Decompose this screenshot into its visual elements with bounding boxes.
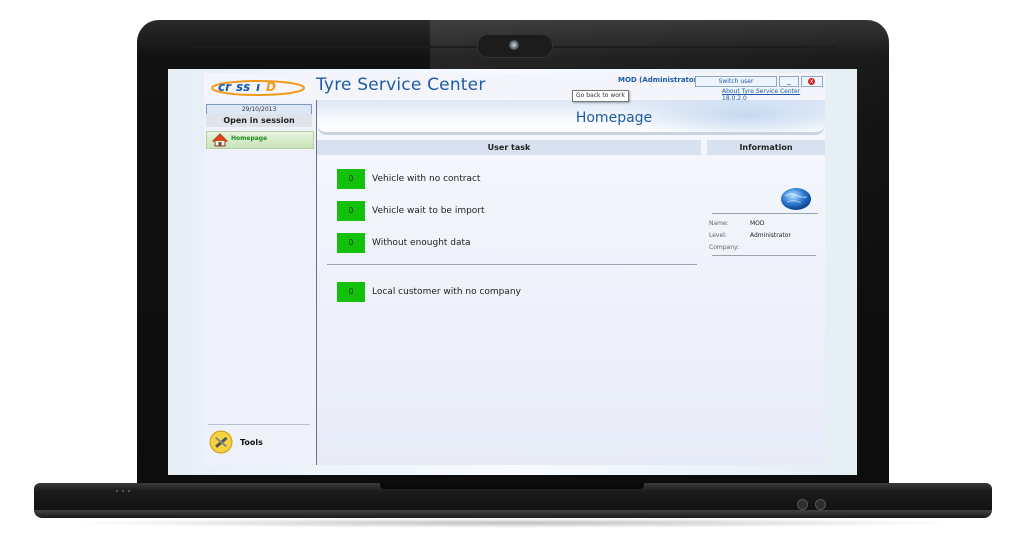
page-title: Homepage <box>317 110 825 126</box>
info-level-row: Level: Administrator <box>709 232 791 239</box>
info-company-key: Company: <box>709 244 740 251</box>
svg-text:ss: ss <box>236 80 250 94</box>
tools-icon <box>209 430 233 454</box>
sidebar-item-homepage[interactable]: Homepage <box>206 131 314 149</box>
info-company-row: Company: <box>709 244 750 251</box>
task-count-badge: 0 <box>337 233 365 253</box>
user-task-header: User task <box>317 140 701 155</box>
crossid-logo: cr ss ı D <box>211 80 305 96</box>
current-user-label: MOD (Administrator) <box>618 76 701 84</box>
info-name-value: MOD <box>750 220 765 227</box>
svg-text:D: D <box>266 80 276 94</box>
task-count-badge: 0 <box>337 201 365 221</box>
task-label: Vehicle with no contract <box>372 174 481 184</box>
switch-user-button[interactable]: Switch user <box>695 76 777 87</box>
task-item[interactable]: 0 Without enought data <box>337 233 677 253</box>
task-item[interactable]: 0 Vehicle wait to be import <box>337 201 677 221</box>
svg-text:cr: cr <box>218 80 232 94</box>
main-panel: Homepage User task Information 0 Vehicle… <box>317 100 825 465</box>
laptop-screen: cr ss ı D Tyre Service Center MOD (Admin… <box>168 69 857 475</box>
task-divider <box>327 264 697 265</box>
audio-port-icon <box>815 499 826 510</box>
sidebar: 29/10/2013 Open in session Homepage Tool… <box>204 100 317 465</box>
open-in-session-label: Open in session <box>206 114 312 127</box>
task-label: Without enought data <box>372 238 471 248</box>
close-button[interactable]: x <box>801 76 823 87</box>
status-led-icon <box>122 490 124 492</box>
close-icon: x <box>808 78 815 85</box>
information-header: Information <box>707 140 825 155</box>
page-title-text: Homepage <box>575 110 653 126</box>
info-name-row: Name: MOD <box>709 220 765 227</box>
app-window: cr ss ı D Tyre Service Center MOD (Admin… <box>204 73 825 465</box>
task-item[interactable]: 0 Vehicle with no contract <box>337 169 677 189</box>
info-level-value: Administrator <box>750 232 791 239</box>
app-title: Tyre Service Center <box>316 75 486 95</box>
task-label: Local customer with no company <box>372 287 521 297</box>
info-divider <box>712 213 818 214</box>
tools-button[interactable]: Tools <box>208 430 308 454</box>
info-name-key: Name: <box>709 220 729 227</box>
house-icon <box>212 133 228 147</box>
task-item[interactable]: 0 Local customer with no company <box>337 282 677 302</box>
laptop-shadow <box>60 518 966 528</box>
audio-port-icon <box>797 499 808 510</box>
status-led-icon <box>128 490 130 492</box>
tools-label: Tools <box>240 438 263 447</box>
globe-icon <box>781 188 811 210</box>
sidebar-item-label: Homepage <box>231 135 268 142</box>
minimize-button[interactable]: _ <box>779 76 799 87</box>
webcam-icon <box>509 40 519 50</box>
go-back-tooltip: Go back to work <box>572 90 629 102</box>
sidebar-divider <box>208 424 310 425</box>
laptop-hinge <box>380 483 644 489</box>
laptop-base-edge <box>34 510 992 518</box>
task-count-badge: 0 <box>337 169 365 189</box>
svg-text:ı: ı <box>256 80 260 94</box>
task-count-badge: 0 <box>337 282 365 302</box>
info-divider <box>712 255 816 256</box>
status-led-icon <box>116 490 118 492</box>
info-level-key: Level: <box>709 232 727 239</box>
task-label: Vehicle wait to be import <box>372 206 485 216</box>
